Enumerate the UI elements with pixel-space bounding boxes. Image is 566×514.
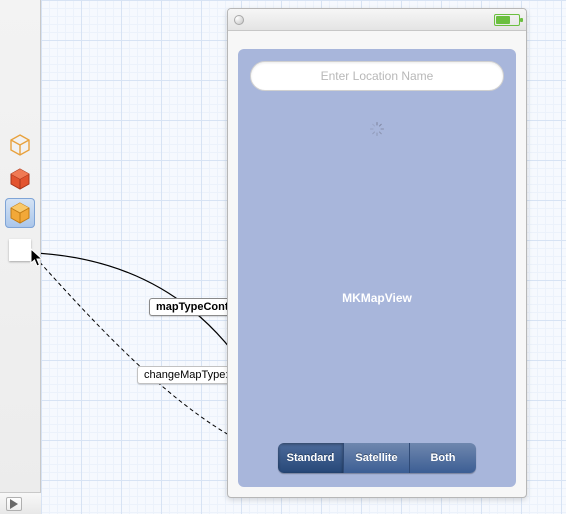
dock-object-orange[interactable] [5, 198, 35, 228]
cube-orange-icon [8, 201, 32, 225]
activity-spinner-icon [369, 121, 385, 137]
cube-outline-icon [8, 133, 32, 157]
segment-satellite[interactable]: Satellite [344, 443, 410, 473]
play-icon [10, 499, 18, 509]
action-label: changeMapType: [137, 366, 235, 384]
search-placeholder: Enter Location Name [321, 69, 434, 83]
dock-object-red[interactable] [5, 164, 35, 194]
close-dot-icon[interactable] [234, 15, 244, 25]
location-search-field[interactable]: Enter Location Name [250, 61, 504, 91]
dock-footer [0, 492, 41, 514]
mapview-label: MKMapView [238, 291, 516, 305]
segment-both[interactable]: Both [410, 443, 476, 473]
battery-icon [494, 14, 520, 26]
placeholder-icon [9, 239, 31, 261]
ib-canvas[interactable]: mapTypeControl changeMapType: Enter Loca… [41, 0, 566, 514]
cube-red-icon [8, 167, 32, 191]
simulated-device-window[interactable]: Enter Location Name MKMapView [227, 8, 527, 498]
device-view: Enter Location Name MKMapView [238, 49, 516, 487]
device-titlebar [228, 9, 526, 31]
play-button[interactable] [6, 497, 22, 511]
segment-standard[interactable]: Standard [278, 443, 344, 473]
dock-object-outline[interactable] [5, 130, 35, 160]
map-type-segmented-control[interactable]: Standard Satellite Both [278, 443, 476, 473]
mouse-cursor-icon [30, 248, 44, 268]
